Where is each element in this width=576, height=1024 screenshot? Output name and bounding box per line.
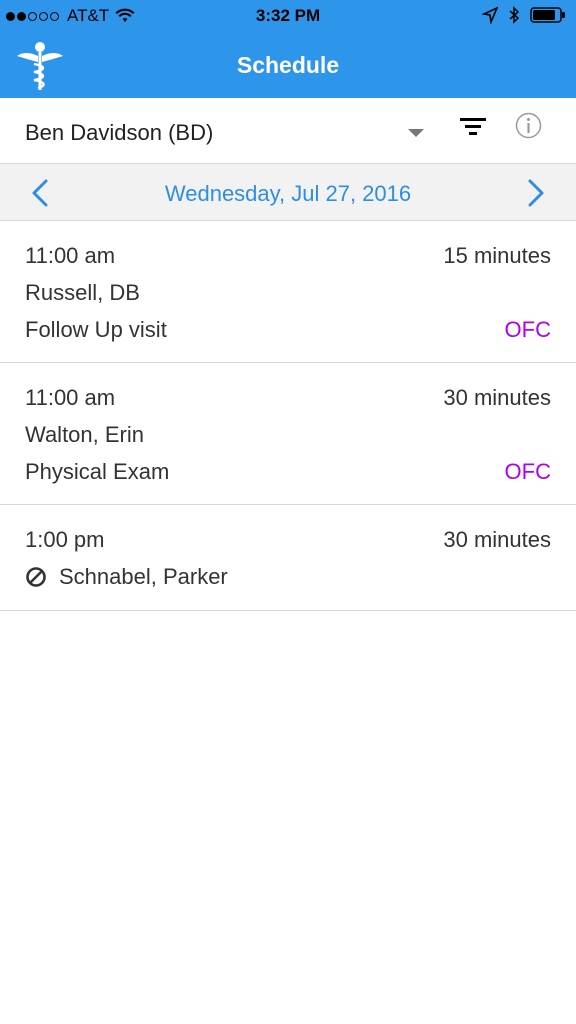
appointment-duration: 15 minutes [443, 243, 551, 268]
visit-location: OFC [504, 317, 551, 342]
filter-icon[interactable] [458, 116, 488, 138]
appointment-duration: 30 minutes [443, 385, 551, 410]
appointment-time: 11:00 am [25, 243, 116, 268]
visit-type: Physical Exam [25, 459, 170, 484]
appointment-item[interactable]: 1:00 pm 30 minutes Schnabel, Parker [0, 505, 576, 611]
visit-location: OFC [504, 459, 551, 484]
status-bar: AT&T 3:32 PM [0, 0, 576, 34]
appointment-duration: 30 minutes [443, 527, 551, 552]
location-arrow-icon [482, 6, 498, 24]
page-title: Schedule [236, 52, 340, 78]
appointment-item[interactable]: 11:00 am 15 minutes Russell, DB Follow U… [0, 221, 576, 363]
status-right [482, 6, 566, 24]
patient-name-text: Schnabel, Parker [59, 564, 228, 589]
patient-name: Schnabel, Parker [25, 564, 228, 590]
appointment-list: 11:00 am 15 minutes Russell, DB Follow U… [0, 221, 576, 611]
selected-date[interactable]: Wednesday, Jul 27, 2016 [0, 181, 576, 207]
nav-bar: Schedule [0, 34, 576, 98]
info-icon[interactable] [515, 112, 542, 139]
dropdown-caret-icon[interactable] [408, 129, 424, 137]
battery-icon [530, 7, 565, 23]
patient-name-text: Russell, DB [25, 280, 140, 305]
patient-name: Walton, Erin [25, 422, 144, 448]
appointment-time: 1:00 pm [25, 527, 105, 552]
schedule-screen: AT&T 3:32 PM Schedule Ben Davidson (BD) … [0, 0, 576, 1024]
date-navigator: Wednesday, Jul 27, 2016 [0, 163, 576, 221]
patient-name: Russell, DB [25, 280, 140, 306]
visit-type: Follow Up visit [25, 317, 167, 342]
header: AT&T 3:32 PM Schedule [0, 0, 576, 98]
appointment-item[interactable]: 11:00 am 30 minutes Walton, Erin Physica… [0, 363, 576, 505]
provider-name[interactable]: Ben Davidson (BD) [25, 120, 213, 146]
chevron-right-icon[interactable] [526, 178, 546, 208]
no-show-icon [26, 567, 46, 587]
patient-name-text: Walton, Erin [25, 422, 145, 447]
appointment-time: 11:00 am [25, 385, 116, 410]
bluetooth-icon [509, 6, 520, 24]
provider-selector[interactable]: Ben Davidson (BD) [0, 98, 576, 163]
